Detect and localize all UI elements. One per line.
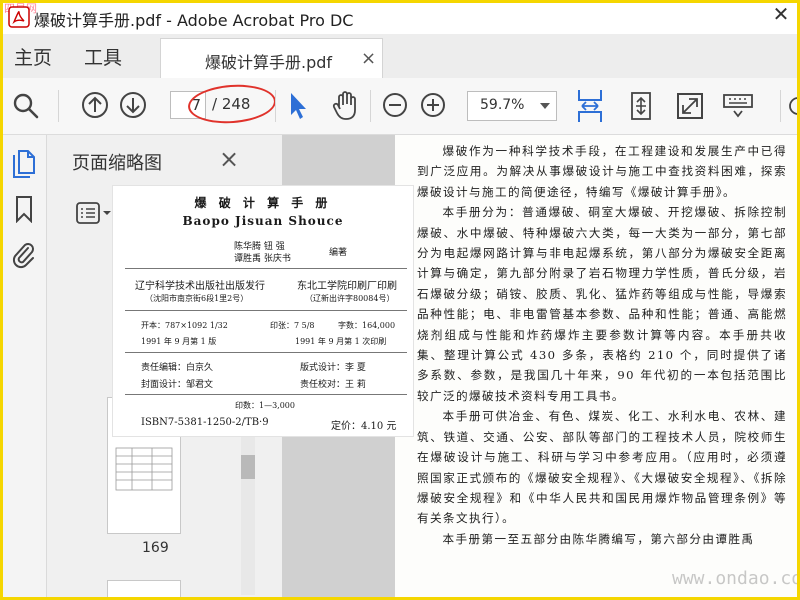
document-tab[interactable]: 爆破计算手册.pdf × [160, 38, 383, 79]
site-watermark: www.ondao.com [672, 568, 800, 589]
select-cursor-icon[interactable] [288, 91, 308, 121]
acrobat-app-icon [8, 6, 30, 28]
paragraph: 本手册第一至五部分由陈华腾编写，第六部分由谭胜禹 [442, 531, 755, 546]
responsible-editor: 责任编辑：白京久 [141, 363, 214, 373]
hand-tool-icon[interactable] [331, 90, 361, 122]
divider [125, 394, 407, 395]
next-page-thumbnail[interactable] [107, 580, 181, 600]
zoom-in-icon[interactable] [420, 92, 446, 118]
more-tools-icon[interactable] [788, 94, 798, 118]
main-toolbar: 7 / 248 59.7% [0, 78, 800, 135]
sheets-spec: 印张：7 5/8 [270, 321, 315, 330]
tab-bar: 主页 工具 爆破计算手册.pdf × [0, 34, 800, 79]
previous-page-icon[interactable] [81, 91, 109, 119]
panel-scrollbar-thumb[interactable] [241, 455, 255, 479]
isbn: ISBN7-5381-1250-2/TB·9 [141, 417, 269, 428]
word-count-spec: 字数：164,000 [338, 321, 396, 330]
full-screen-icon[interactable] [675, 91, 705, 121]
red-annotation-oval [186, 81, 278, 127]
bookmarks-icon[interactable] [14, 195, 34, 223]
zoom-level-select[interactable]: 59.7% [467, 91, 557, 121]
authors-line-2: 谭胜禹 张庆书 [234, 254, 291, 264]
window-title: 爆破计算手册.pdf - Adobe Acrobat Pro DC [34, 11, 354, 30]
document-tab-label: 爆破计算手册.pdf [205, 53, 333, 72]
scrolling-mode-icon[interactable] [626, 89, 656, 123]
proofreader: 责任校对：王 莉 [300, 380, 366, 390]
search-icon[interactable] [12, 92, 40, 120]
document-page[interactable]: 爆破作为一种科学技术手段，在工程建设和发展生产中已得到广泛应用。为解决从事爆破设… [395, 135, 800, 600]
price: 定价：4.10 元 [331, 421, 397, 432]
format-spec: 开本：787×1092 1/32 [141, 321, 228, 330]
chevron-down-icon [540, 103, 550, 109]
zoom-out-icon[interactable] [382, 92, 408, 118]
panel-close-button[interactable]: × [219, 145, 239, 173]
fit-width-icon[interactable] [574, 88, 606, 124]
publisher-address: （沈阳市南京街6段1里2号） [145, 294, 249, 303]
paragraph: 爆破作为一种科学技术手段，在工程建设和发展生产中已得到广泛应用。为解决从事爆破设… [417, 144, 787, 199]
divider [125, 268, 407, 269]
document-text: 爆破作为一种科学技术手段，在工程建设和发展生产中已得到广泛应用。为解决从事爆破设… [417, 141, 787, 549]
paragraph: 本手册可供冶金、有色、煤炭、化工、水利水电、农林、建筑、铁道、交通、公安、部队等… [417, 409, 787, 526]
printing-info: 1991 年 9 月第 1 次印刷 [295, 337, 387, 346]
document-tab-close-button[interactable]: × [361, 48, 376, 69]
printer: 东北工学院印刷厂印刷 [297, 281, 397, 292]
layout-design: 版式设计：李 夏 [300, 363, 366, 373]
copyright-page-image: 爆 破 计 算 手 册 Baopo Jisuan Shouce 陈华腾 钮 强 … [112, 185, 414, 437]
window-titlebar: 四易网 爆破计算手册.pdf - Adobe Acrobat Pro DC ✕ [0, 0, 800, 34]
book-title-pinyin: Baopo Jisuan Shouce [182, 214, 344, 228]
thumbnail-page-number: 169 [142, 540, 169, 556]
attachments-icon[interactable] [11, 239, 37, 269]
nav-home-tab[interactable]: 主页 [14, 43, 52, 70]
paragraph: 本手册分为：普通爆破、硐室大爆破、开挖爆破、拆除控制爆破、水中爆破、特种爆破六大… [417, 205, 787, 403]
publisher: 辽宁科学技术出版社出版发行 [135, 281, 265, 292]
navigation-pane-rail [0, 135, 47, 600]
panel-title: 页面缩略图 [72, 153, 162, 174]
cover-design: 封面设计：邹君文 [141, 380, 214, 390]
next-page-icon[interactable] [119, 91, 147, 119]
book-title: 爆 破 计 算 手 册 [194, 196, 332, 210]
zoom-level-value: 59.7% [480, 97, 525, 113]
print-run: 印数：1—3,000 [235, 401, 295, 410]
edition-info: 1991 年 9 月第 1 版 [141, 337, 217, 346]
divider [125, 310, 407, 311]
page-thumbnails-icon[interactable] [11, 149, 37, 179]
authors-role: 编著 [329, 248, 348, 258]
divider [125, 352, 407, 353]
thumbnail-options-icon[interactable] [75, 201, 115, 227]
printer-address: （辽新出许字80084号） [305, 294, 395, 303]
nav-tools-tab[interactable]: 工具 [84, 43, 122, 70]
read-mode-icon[interactable] [722, 93, 754, 119]
window-close-button[interactable]: ✕ [770, 3, 792, 25]
